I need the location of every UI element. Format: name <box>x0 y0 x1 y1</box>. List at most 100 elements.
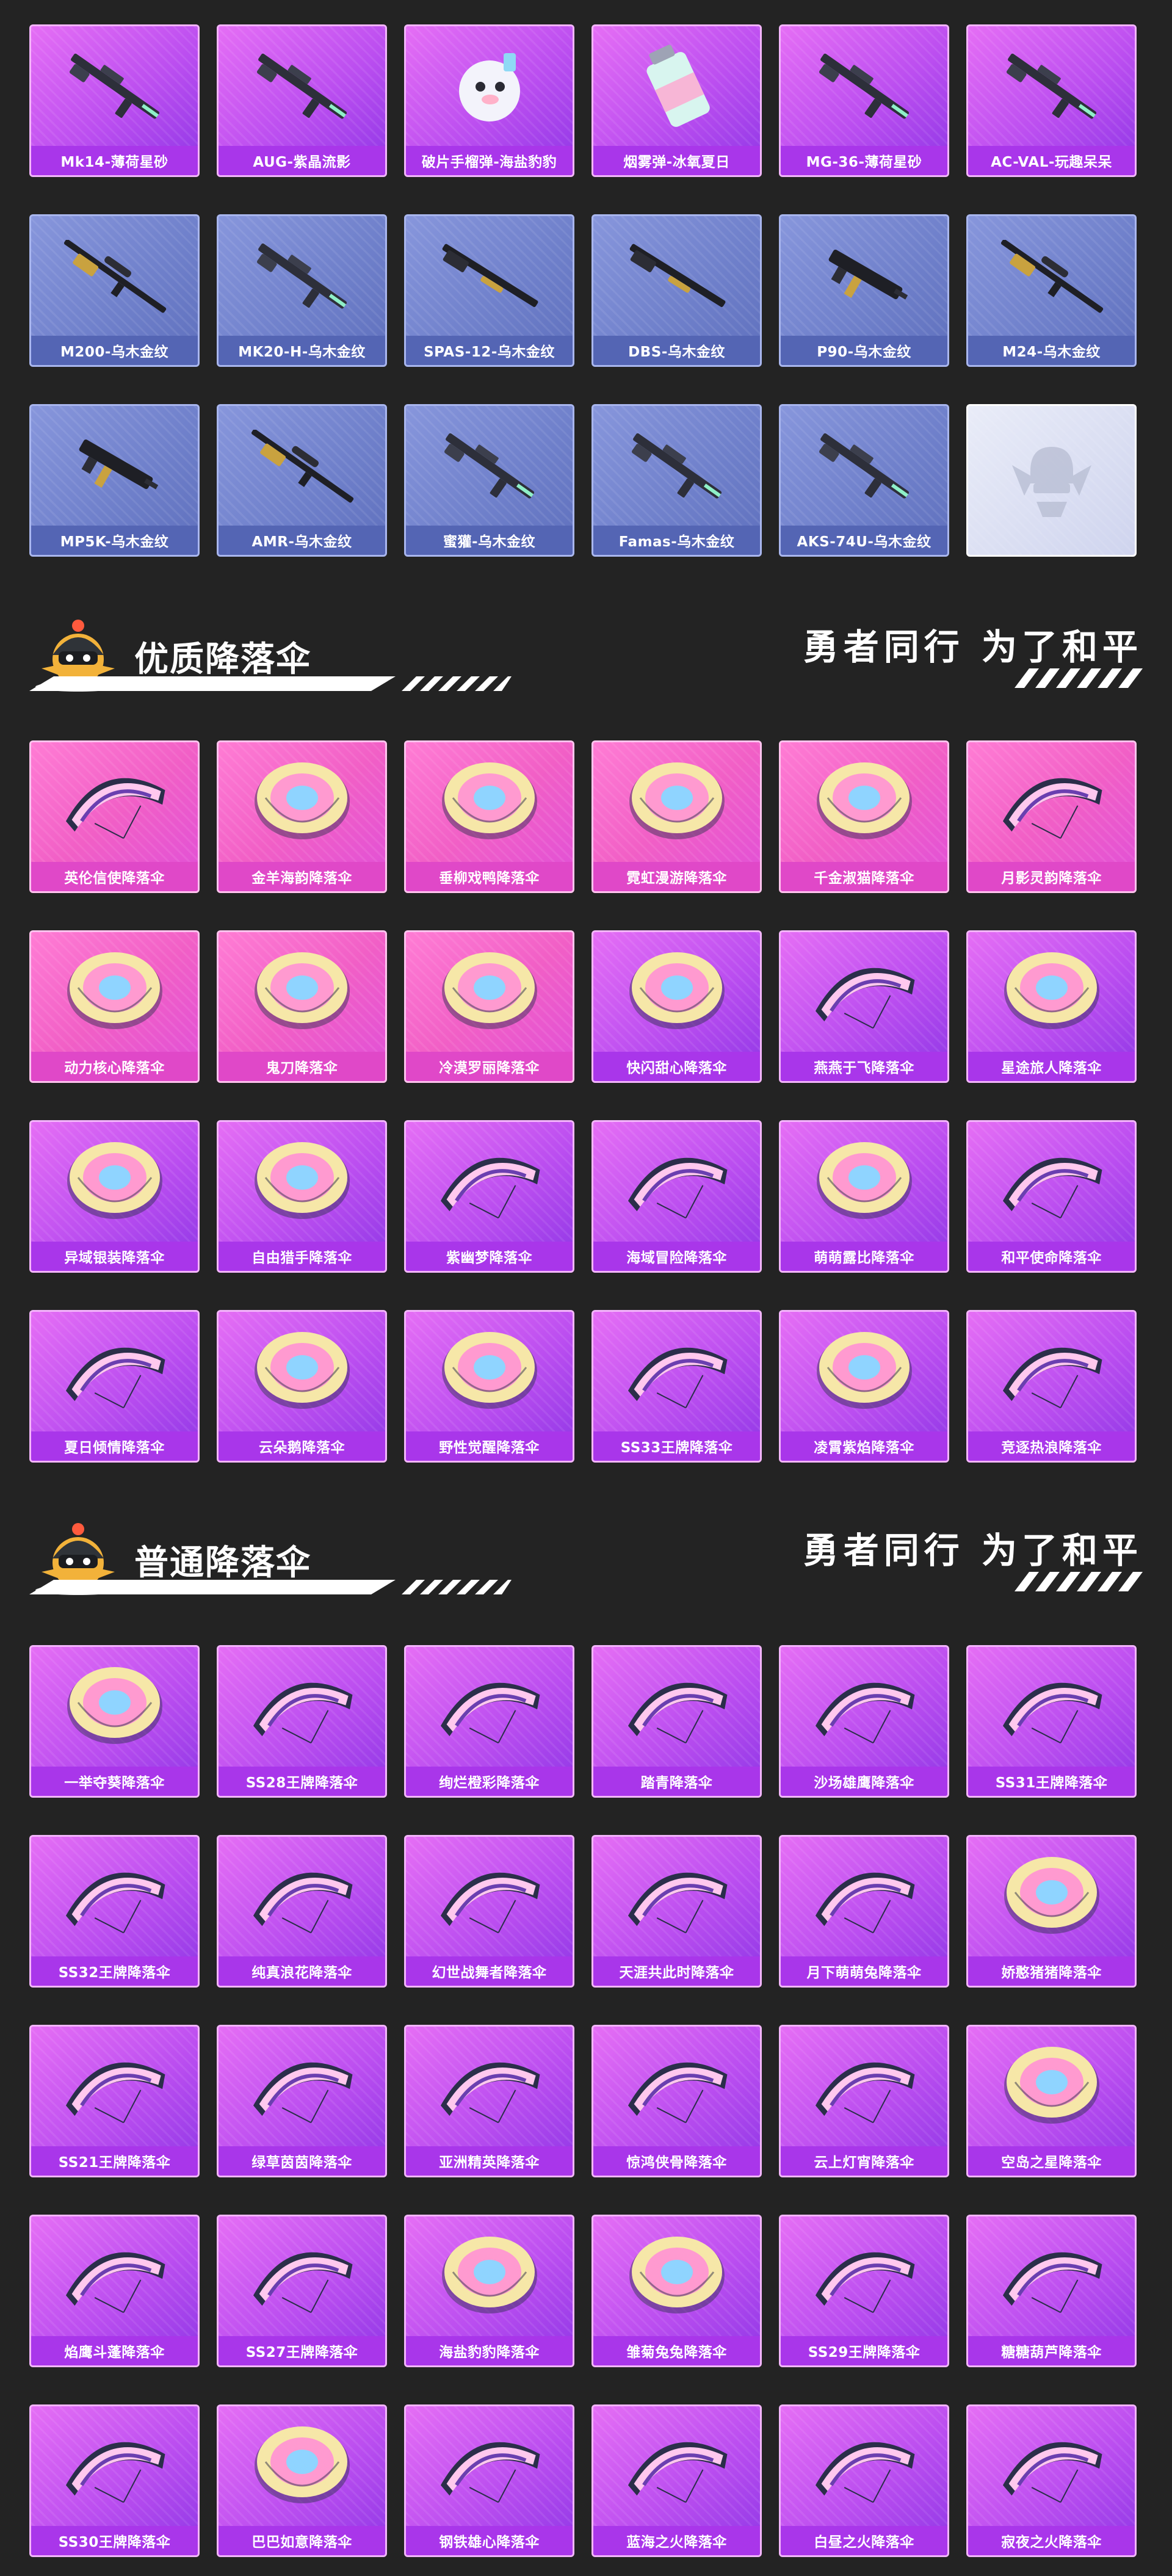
item-card[interactable]: 动力核心降落伞 <box>29 930 200 1083</box>
item-label: AUG-紫晶流影 <box>219 146 385 175</box>
item-card[interactable]: AKS-74U-乌木金纹 <box>779 404 949 557</box>
item-card[interactable]: SS30王牌降落伞 <box>29 2404 200 2557</box>
item-card[interactable]: 英伦信使降落伞 <box>29 740 200 893</box>
item-card[interactable]: 雏菊兔兔降落伞 <box>591 2215 762 2367</box>
item-card[interactable]: 垂柳戏鸭降落伞 <box>404 740 574 893</box>
item-label: 巴巴如意降落伞 <box>219 2526 385 2555</box>
item-card[interactable]: 亚洲精英降落伞 <box>404 2025 574 2177</box>
item-label: 海盐豹豹降落伞 <box>406 2336 573 2365</box>
slogan: 勇者同行 为了和平 <box>803 1530 1143 1571</box>
item-card[interactable]: AC-VAL-玩趣呆呆 <box>966 24 1137 177</box>
item-card[interactable]: 竞逐热浪降落伞 <box>966 1310 1137 1463</box>
item-card[interactable]: 云上灯宵降落伞 <box>779 2025 949 2177</box>
item-card[interactable]: 冷漠罗丽降落伞 <box>404 930 574 1083</box>
item-label: 海域冒险降落伞 <box>593 1242 760 1271</box>
item-card[interactable]: 异域银装降落伞 <box>29 1120 200 1273</box>
item-label: 一举夺葵降落伞 <box>31 1767 198 1796</box>
item-label: 空岛之星降落伞 <box>968 2146 1135 2176</box>
item-card[interactable]: 糖糖葫芦降落伞 <box>966 2215 1137 2367</box>
item-card[interactable]: 娇憨猪猪降落伞 <box>966 1835 1137 1988</box>
item-card[interactable]: SS31王牌降落伞 <box>966 1645 1137 1798</box>
item-card[interactable]: 快闪甜心降落伞 <box>591 930 762 1083</box>
item-card[interactable]: DBS-乌木金纹 <box>591 214 762 367</box>
item-card[interactable]: 霓虹漫游降落伞 <box>591 740 762 893</box>
item-card[interactable]: 夏日倾情降落伞 <box>29 1310 200 1463</box>
item-card[interactable]: 月下萌萌兔降落伞 <box>779 1835 949 1988</box>
glider-icon <box>219 2216 385 2337</box>
item-card[interactable]: 钢铁雄心降落伞 <box>404 2404 574 2557</box>
item-card[interactable]: 和平使命降落伞 <box>966 1120 1137 1273</box>
item-card[interactable]: 沙场雄鹰降落伞 <box>779 1645 949 1798</box>
glider-icon <box>31 1837 198 1958</box>
item-card[interactable]: Famas-乌木金纹 <box>591 404 762 557</box>
item-card[interactable]: P90-乌木金纹 <box>779 214 949 367</box>
item-card[interactable]: 萌萌露比降落伞 <box>779 1120 949 1273</box>
item-card[interactable]: 纯真浪花降落伞 <box>217 1835 387 1988</box>
item-card[interactable]: 紫幽梦降落伞 <box>404 1120 574 1273</box>
item-card[interactable]: 空岛之星降落伞 <box>966 2025 1137 2177</box>
item-card[interactable]: 破片手榴弹-海盐豹豹 <box>404 24 574 177</box>
item-card[interactable]: SS29王牌降落伞 <box>779 2215 949 2367</box>
item-card[interactable]: SS21王牌降落伞 <box>29 2025 200 2177</box>
glider-icon <box>406 1122 573 1243</box>
parachute-icon <box>781 1122 947 1243</box>
item-card[interactable]: 自由猎手降落伞 <box>217 1120 387 1273</box>
card-row: 一举夺葵降落伞 SS28王牌降落伞 绚烂橙彩降落伞 踏青降落伞 沙场雄鹰降落伞 SS31王… <box>29 1645 1137 1798</box>
glider-icon <box>219 1647 385 1768</box>
shotgun-icon <box>406 216 573 337</box>
item-label: 烟雾弹-冰氧夏日 <box>593 146 760 175</box>
item-card[interactable]: 蜜獾-乌木金纹 <box>404 404 574 557</box>
item-card[interactable]: 海域冒险降落伞 <box>591 1120 762 1273</box>
item-label: 白昼之火降落伞 <box>781 2526 947 2555</box>
item-card[interactable]: 惊鸿侠骨降落伞 <box>591 2025 762 2177</box>
item-label: SS30王牌降落伞 <box>31 2526 198 2555</box>
glider-icon <box>781 1837 947 1958</box>
item-card[interactable]: M24-乌木金纹 <box>966 214 1137 367</box>
item-card[interactable]: 巴巴如意降落伞 <box>217 2404 387 2557</box>
item-card[interactable]: 烟雾弹-冰氧夏日 <box>591 24 762 177</box>
item-card[interactable]: SPAS-12-乌木金纹 <box>404 214 574 367</box>
item-card[interactable]: 白昼之火降落伞 <box>779 2404 949 2557</box>
item-card[interactable]: 绿草茵茵降落伞 <box>217 2025 387 2177</box>
parachute-icon <box>406 1312 573 1433</box>
item-card[interactable]: MG-36-薄荷星砂 <box>779 24 949 177</box>
item-card[interactable]: 云朵鹅降落伞 <box>217 1310 387 1463</box>
card-row: SS21王牌降落伞 绿草茵茵降落伞 亚洲精英降落伞 惊鸿侠骨降落伞 云上灯宵降落伞 空岛之… <box>29 2025 1137 2177</box>
item-card[interactable]: 野性觉醒降落伞 <box>404 1310 574 1463</box>
item-card[interactable]: 星途旅人降落伞 <box>966 930 1137 1083</box>
item-card[interactable]: SS27王牌降落伞 <box>217 2215 387 2367</box>
glider-icon <box>593 2027 760 2147</box>
item-card[interactable]: Mk14-薄荷星砂 <box>29 24 200 177</box>
item-card[interactable]: 月影灵韵降落伞 <box>966 740 1137 893</box>
item-card[interactable]: M200-乌木金纹 <box>29 214 200 367</box>
item-card[interactable]: SS28王牌降落伞 <box>217 1645 387 1798</box>
item-label: 幻世战舞者降落伞 <box>406 1956 573 1986</box>
item-card[interactable]: 踏青降落伞 <box>591 1645 762 1798</box>
item-card[interactable]: AUG-紫晶流影 <box>217 24 387 177</box>
item-card[interactable]: 鬼刀降落伞 <box>217 930 387 1083</box>
item-card[interactable]: 寂夜之火降落伞 <box>966 2404 1137 2557</box>
item-card[interactable]: 金羊海韵降落伞 <box>217 740 387 893</box>
glider-icon <box>968 2406 1135 2527</box>
item-card[interactable]: 海盐豹豹降落伞 <box>404 2215 574 2367</box>
parachute-icon <box>968 1837 1135 1958</box>
item-card[interactable]: 天涯共此时降落伞 <box>591 1835 762 1988</box>
card-row: SS32王牌降落伞 纯真浪花降落伞 幻世战舞者降落伞 天涯共此时降落伞 月下萌萌兔降落伞… <box>29 1835 1137 1988</box>
item-card[interactable]: 蓝海之火降落伞 <box>591 2404 762 2557</box>
item-card[interactable]: 一举夺葵降落伞 <box>29 1645 200 1798</box>
item-card[interactable]: SS33王牌降落伞 <box>591 1310 762 1463</box>
item-card[interactable]: SS32王牌降落伞 <box>29 1835 200 1988</box>
item-card[interactable]: MP5K-乌木金纹 <box>29 404 200 557</box>
item-card[interactable]: 千金淑猫降落伞 <box>779 740 949 893</box>
item-card[interactable]: AMR-乌木金纹 <box>217 404 387 557</box>
item-card[interactable]: 燕燕于飞降落伞 <box>779 930 949 1083</box>
glider-icon <box>968 1122 1135 1243</box>
item-label: 蓝海之火降落伞 <box>593 2526 760 2555</box>
item-card[interactable]: 焰鹰斗蓬降落伞 <box>29 2215 200 2367</box>
item-card[interactable]: MK20-H-乌木金纹 <box>217 214 387 367</box>
glider-icon <box>406 1647 573 1768</box>
game-emblem-icon <box>968 406 1135 555</box>
item-card[interactable]: 凌霄紫焰降落伞 <box>779 1310 949 1463</box>
item-card[interactable]: 幻世战舞者降落伞 <box>404 1835 574 1988</box>
item-card[interactable]: 绚烂橙彩降落伞 <box>404 1645 574 1798</box>
